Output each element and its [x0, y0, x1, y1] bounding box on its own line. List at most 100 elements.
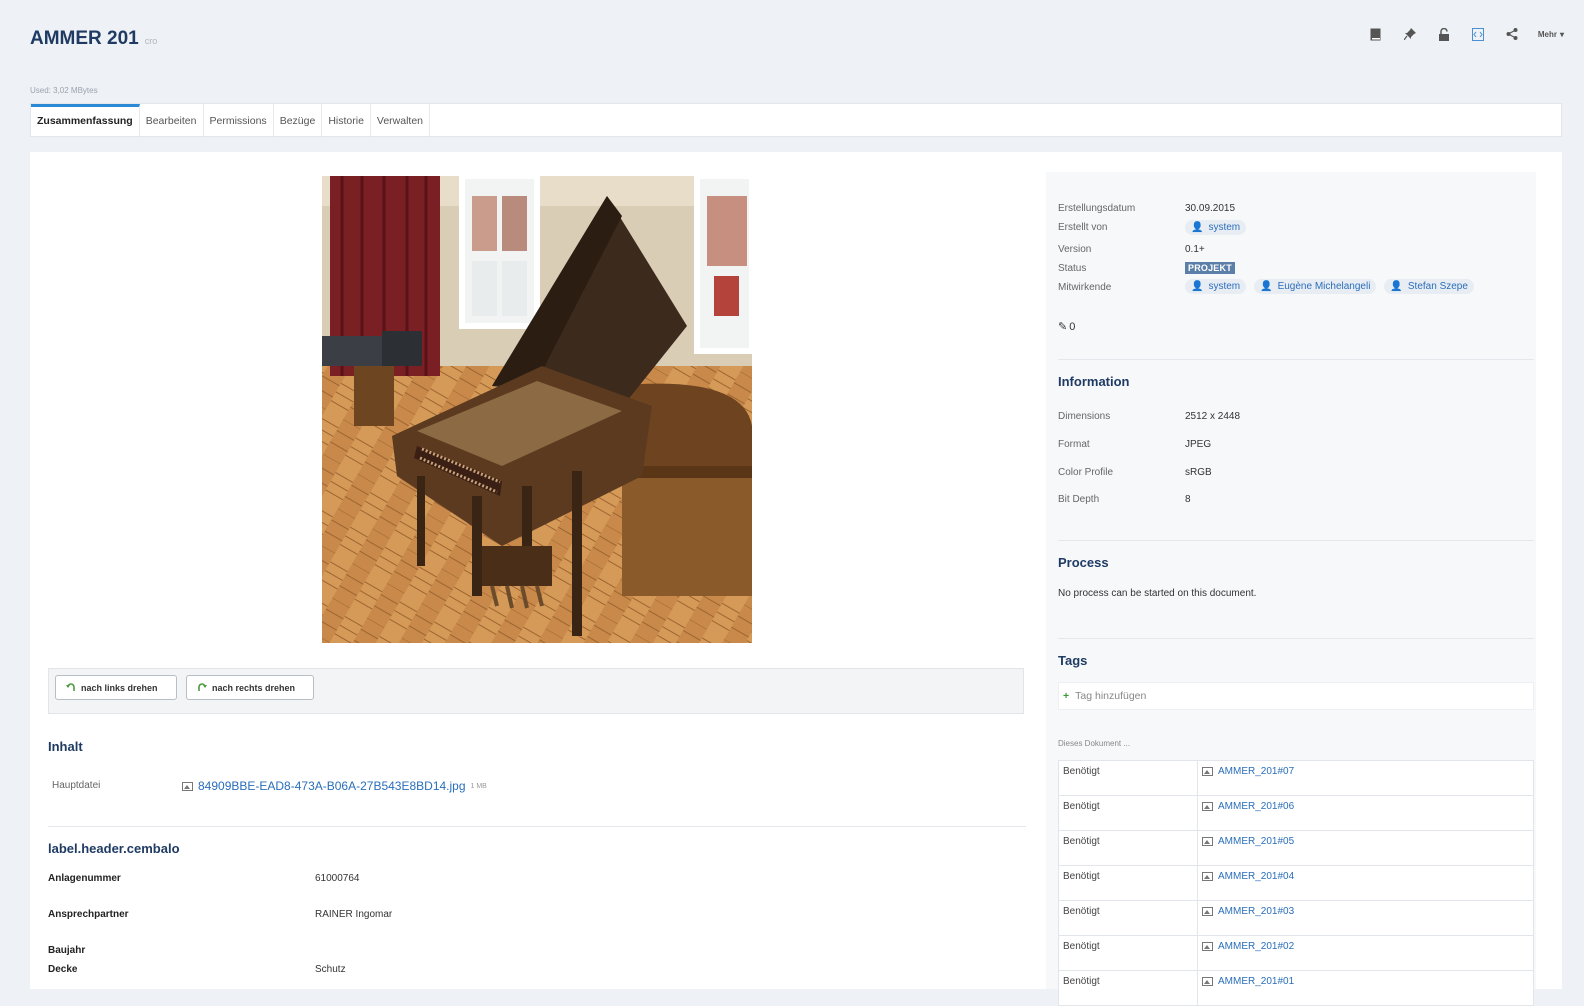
relation-doc-name: AMMER_201#01 [1218, 976, 1295, 987]
created-by-label: Erstellt von [1058, 222, 1108, 233]
section-divider [1058, 359, 1534, 360]
info-label-color-profile: Color Profile [1058, 467, 1114, 478]
field-label-anlagenummer: Anlagenummer [48, 873, 121, 884]
relation-kind: Benötigt [1058, 970, 1198, 1006]
main-file-link[interactable]: 84909BBE-EAD8-473A-B06A-27B543E8BD14.jpg… [182, 779, 487, 793]
tab-permissions[interactable]: Permissions [204, 104, 274, 138]
tab-verwalten[interactable]: Verwalten [371, 104, 431, 138]
info-value-format: JPEG [1185, 439, 1212, 450]
main-file-label: Hauptdatei [52, 780, 101, 791]
table-row: Benötigt AMMER_201#03 [1058, 900, 1534, 936]
relation-doc-name: AMMER_201#02 [1218, 941, 1295, 952]
relations-table: Benötigt AMMER_201#07 Benötigt AMMER_201#0… [1058, 760, 1534, 1006]
image-file-icon [1202, 837, 1213, 846]
user-icon: 👤 [1260, 281, 1273, 292]
contributor-name: Stefan Szepe [1407, 281, 1468, 292]
relation-doc-link[interactable]: AMMER_201#05 [1202, 836, 1294, 847]
tab-bezuege[interactable]: Bezüge [274, 104, 323, 138]
rotate-right-icon [197, 682, 207, 694]
info-value-bit-depth: 8 [1185, 494, 1191, 505]
page-title-suffix: cro [144, 36, 158, 46]
page-title: AMMER 201 cro [30, 28, 157, 50]
table-row: Benötigt AMMER_201#07 [1058, 760, 1534, 796]
relations-caption: Dieses Dokument ... [1058, 739, 1131, 748]
created-label: Erstellungsdatum [1058, 203, 1136, 214]
rotate-left-label: nach links drehen [81, 682, 158, 693]
relation-doc-name: AMMER_201#05 [1218, 836, 1295, 847]
info-value-color-profile: sRGB [1185, 467, 1212, 478]
contributor-pill[interactable]: 👤 Stefan Szepe [1384, 279, 1474, 294]
cembalo-title: label.header.cembalo [48, 841, 180, 856]
relation-doc-link[interactable]: AMMER_201#07 [1202, 766, 1294, 777]
relation-kind: Benötigt [1058, 830, 1198, 866]
relation-doc-name: AMMER_201#04 [1218, 871, 1295, 882]
add-tag-button[interactable]: + Tag hinzufügen [1058, 682, 1534, 710]
relation-doc-name: AMMER_201#07 [1218, 766, 1295, 777]
more-menu-label: Mehr [1537, 29, 1557, 39]
section-divider [1058, 638, 1534, 639]
code-icon[interactable] [1470, 26, 1486, 42]
rotate-left-icon [66, 682, 76, 694]
created-value: 30.09.2015 [1185, 203, 1236, 214]
relation-kind: Benötigt [1058, 900, 1198, 936]
book-icon[interactable] [1368, 26, 1384, 42]
page-title-text: AMMER 201 [30, 28, 139, 49]
field-value-anlagenummer: 61000764 [315, 873, 360, 884]
inhalt-title: Inhalt [48, 739, 83, 754]
field-label-ansprechpartner: Ansprechpartner [48, 909, 129, 920]
image-file-icon [1202, 977, 1213, 986]
edits-counter[interactable]: ✎ 0 [1058, 320, 1075, 334]
field-value-decke: Schutz [315, 964, 346, 975]
info-value-dimensions: 2512 x 2448 [1185, 411, 1241, 422]
created-by-user[interactable]: 👤 system [1185, 220, 1247, 235]
relation-doc-link[interactable]: AMMER_201#03 [1202, 906, 1294, 917]
relation-doc-link[interactable]: AMMER_201#06 [1202, 801, 1294, 812]
storage-used: Used: 3,02 MBytes [30, 86, 98, 95]
table-row: Benötigt AMMER_201#06 [1058, 795, 1534, 831]
rotate-toolbar: nach links drehen nach rechts drehen [48, 668, 1024, 714]
tab-bearbeiten[interactable]: Bearbeiten [140, 104, 204, 138]
add-tag-label: Tag hinzufügen [1075, 690, 1147, 702]
section-divider [1058, 540, 1534, 541]
table-row: Benötigt AMMER_201#05 [1058, 830, 1534, 866]
table-row: Benötigt AMMER_201#04 [1058, 865, 1534, 901]
relation-doc-link[interactable]: AMMER_201#04 [1202, 871, 1294, 882]
document-preview-image[interactable] [322, 176, 752, 643]
document-panel: nach links drehen nach rechts drehen Inh… [30, 152, 1562, 1006]
rotate-right-label: nach rechts drehen [212, 682, 296, 693]
rotate-right-button[interactable]: nach rechts drehen [186, 675, 314, 700]
contributors-label: Mitwirkende [1058, 282, 1112, 293]
main-file-name: 84909BBE-EAD8-473A-B06A-27B543E8BD14.jpg [198, 779, 466, 793]
version-value: 0.1+ [1185, 244, 1205, 255]
lock-icon[interactable] [1436, 26, 1452, 42]
pencil-icon: ✎ [1058, 321, 1068, 333]
contributor-pill[interactable]: 👤 Eugène Michelangeli [1254, 279, 1377, 294]
table-row: Benötigt AMMER_201#02 [1058, 935, 1534, 971]
pin-icon[interactable] [1402, 26, 1418, 42]
tab-historie[interactable]: Historie [322, 104, 371, 138]
status-badge: PROJEKT [1185, 262, 1235, 274]
image-file-icon [182, 781, 193, 791]
relation-kind: Benötigt [1058, 865, 1198, 901]
toolbar: Mehr ▾ [1368, 26, 1564, 42]
image-file-icon [1202, 802, 1213, 811]
relation-doc-link[interactable]: AMMER_201#01 [1202, 976, 1294, 987]
user-icon: 👤 [1390, 281, 1403, 292]
image-file-icon [1202, 942, 1213, 951]
relation-kind: Benötigt [1058, 935, 1198, 971]
table-row: Benötigt AMMER_201#01 [1058, 970, 1534, 1006]
field-label-decke: Decke [48, 964, 78, 975]
share-icon[interactable] [1504, 26, 1520, 42]
more-menu-button[interactable]: Mehr ▾ [1538, 30, 1564, 39]
rotate-left-button[interactable]: nach links drehen [55, 675, 177, 700]
plus-icon: + [1063, 690, 1070, 702]
user-icon: 👤 [1191, 281, 1204, 292]
user-icon: 👤 [1191, 222, 1204, 233]
field-label-baujahr: Baujahr [48, 945, 86, 956]
caret-down-icon: ▾ [1559, 29, 1564, 39]
relation-doc-link[interactable]: AMMER_201#02 [1202, 941, 1294, 952]
contributor-pill[interactable]: 👤 system [1185, 279, 1247, 294]
tab-zusammenfassung[interactable]: Zusammenfassung [31, 104, 140, 138]
info-label-dimensions: Dimensions [1058, 411, 1111, 422]
image-file-icon [1202, 872, 1213, 881]
